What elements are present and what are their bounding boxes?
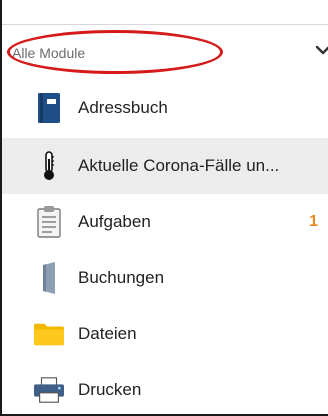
folder-icon bbox=[34, 318, 64, 350]
module-navigation-panel: Alle Module Adressbuch Aktuelle Corona-F… bbox=[0, 0, 328, 416]
module-item-label: Aufgaben bbox=[78, 212, 151, 231]
module-filter-dropdown[interactable]: Alle Module bbox=[2, 25, 328, 79]
module-item-label: Adressbuch bbox=[78, 98, 168, 117]
chevron-down-icon bbox=[315, 45, 328, 55]
module-item-drucken[interactable]: Drucken bbox=[2, 362, 328, 414]
thermometer-icon bbox=[34, 150, 64, 182]
module-item-label: Dateien bbox=[78, 324, 137, 343]
module-item-label: Buchungen bbox=[78, 268, 165, 287]
module-filter-label: Alle Module bbox=[12, 45, 86, 61]
address-book-icon bbox=[34, 92, 64, 124]
module-item-dateien[interactable]: Dateien bbox=[2, 306, 328, 362]
clipboard-icon bbox=[34, 206, 64, 238]
module-item-label: Drucken bbox=[78, 380, 142, 399]
module-item-label: Aktuelle Corona-Fälle un... bbox=[78, 156, 280, 175]
module-item-adressbuch[interactable]: Adressbuch bbox=[2, 80, 328, 136]
module-item-buchungen[interactable]: Buchungen bbox=[2, 250, 328, 306]
task-count-badge: 1 bbox=[309, 213, 318, 230]
printer-icon bbox=[34, 374, 64, 406]
module-item-corona[interactable]: Aktuelle Corona-Fälle un... bbox=[2, 138, 328, 194]
door-icon bbox=[34, 262, 64, 294]
module-item-aufgaben[interactable]: Aufgaben 1 bbox=[2, 194, 328, 250]
